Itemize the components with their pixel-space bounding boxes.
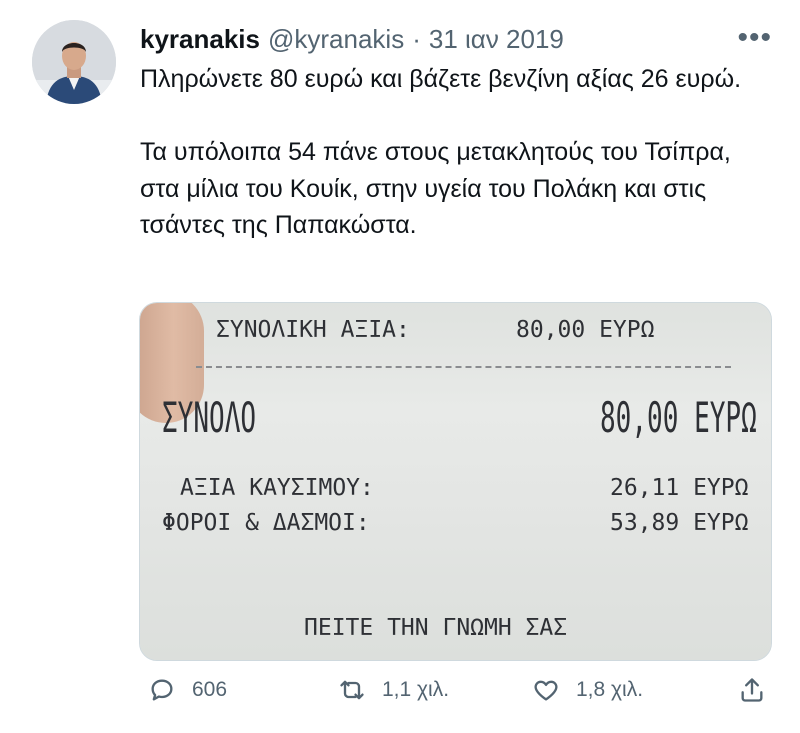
receipt-tax-label: ΦΟΡΟΙ & ΔΑΣΜΟΙ: xyxy=(162,510,370,536)
user-handle[interactable]: @kyranakis xyxy=(268,24,404,55)
receipt-sum-value: 80,00 ΕΥΡΩ xyxy=(600,393,757,442)
display-name[interactable]: kyranakis xyxy=(140,24,260,55)
tweet-actions: 606 1,1 χιλ. 1,8 χιλ. xyxy=(148,676,770,712)
avatar-image xyxy=(32,20,116,104)
avatar[interactable] xyxy=(32,20,116,104)
reply-icon xyxy=(151,679,173,701)
separator-dot: · xyxy=(412,23,421,54)
like-count: 1,8 χιλ. xyxy=(576,678,644,701)
receipt-fuel-value: 26,11 ΕΥΡΩ xyxy=(610,475,749,501)
tweet-paragraph-2: Τα υπόλοιπα 54 πάνε στους μετακλητούς το… xyxy=(140,138,731,239)
receipt-total-value: 80,00 ΕΥΡΩ xyxy=(516,317,655,343)
tweet-header: kyranakis @kyranakis · 31 ιαν 2019 ••• xyxy=(140,22,780,56)
receipt-fuel-label: ΑΞΙΑ ΚΑΥΣΙΜΟΥ: xyxy=(180,475,374,501)
reply-count: 606 xyxy=(192,678,228,701)
retweet-icon xyxy=(340,680,364,700)
tweet-date[interactable]: 31 ιαν 2019 xyxy=(429,24,564,55)
receipt-tax-value: 53,89 ΕΥΡΩ xyxy=(610,510,749,536)
share-icon xyxy=(741,678,763,702)
receipt-footer: ΠΕΙΤΕ ΤΗΝ ΓΝΩΜΗ ΣΑΣ xyxy=(304,615,568,641)
share-button[interactable] xyxy=(738,676,782,704)
like-button[interactable]: 1,8 χιλ. xyxy=(532,676,643,704)
receipt-total-value-label: ΣΥΝΟΛΙΚΗ ΑΞΙΑ: xyxy=(216,317,410,343)
retweet-button[interactable]: 1,1 χιλ. xyxy=(338,676,449,704)
heart-icon xyxy=(534,680,558,701)
tweet-text: Πληρώνετε 80 ευρώ και βάζετε βενζίνη αξί… xyxy=(140,61,770,244)
tweet-photo[interactable]: ΣΥΝΟΛΙΚΗ ΑΞΙΑ: 80,00 ΕΥΡΩ ΣΥΝΟΛΟ 80,00 Ε… xyxy=(139,302,772,661)
reply-button[interactable]: 606 xyxy=(148,676,227,704)
more-icon[interactable]: ••• xyxy=(737,23,772,53)
receipt-dashed-divider xyxy=(196,366,731,368)
retweet-count: 1,1 χιλ. xyxy=(382,678,450,701)
receipt-image: ΣΥΝΟΛΙΚΗ ΑΞΙΑ: 80,00 ΕΥΡΩ ΣΥΝΟΛΟ 80,00 Ε… xyxy=(140,303,771,660)
receipt-sum-label: ΣΥΝΟΛΟ xyxy=(162,393,257,442)
tweet-paragraph-1: Πληρώνετε 80 ευρώ και βάζετε βενζίνη αξί… xyxy=(140,65,742,93)
